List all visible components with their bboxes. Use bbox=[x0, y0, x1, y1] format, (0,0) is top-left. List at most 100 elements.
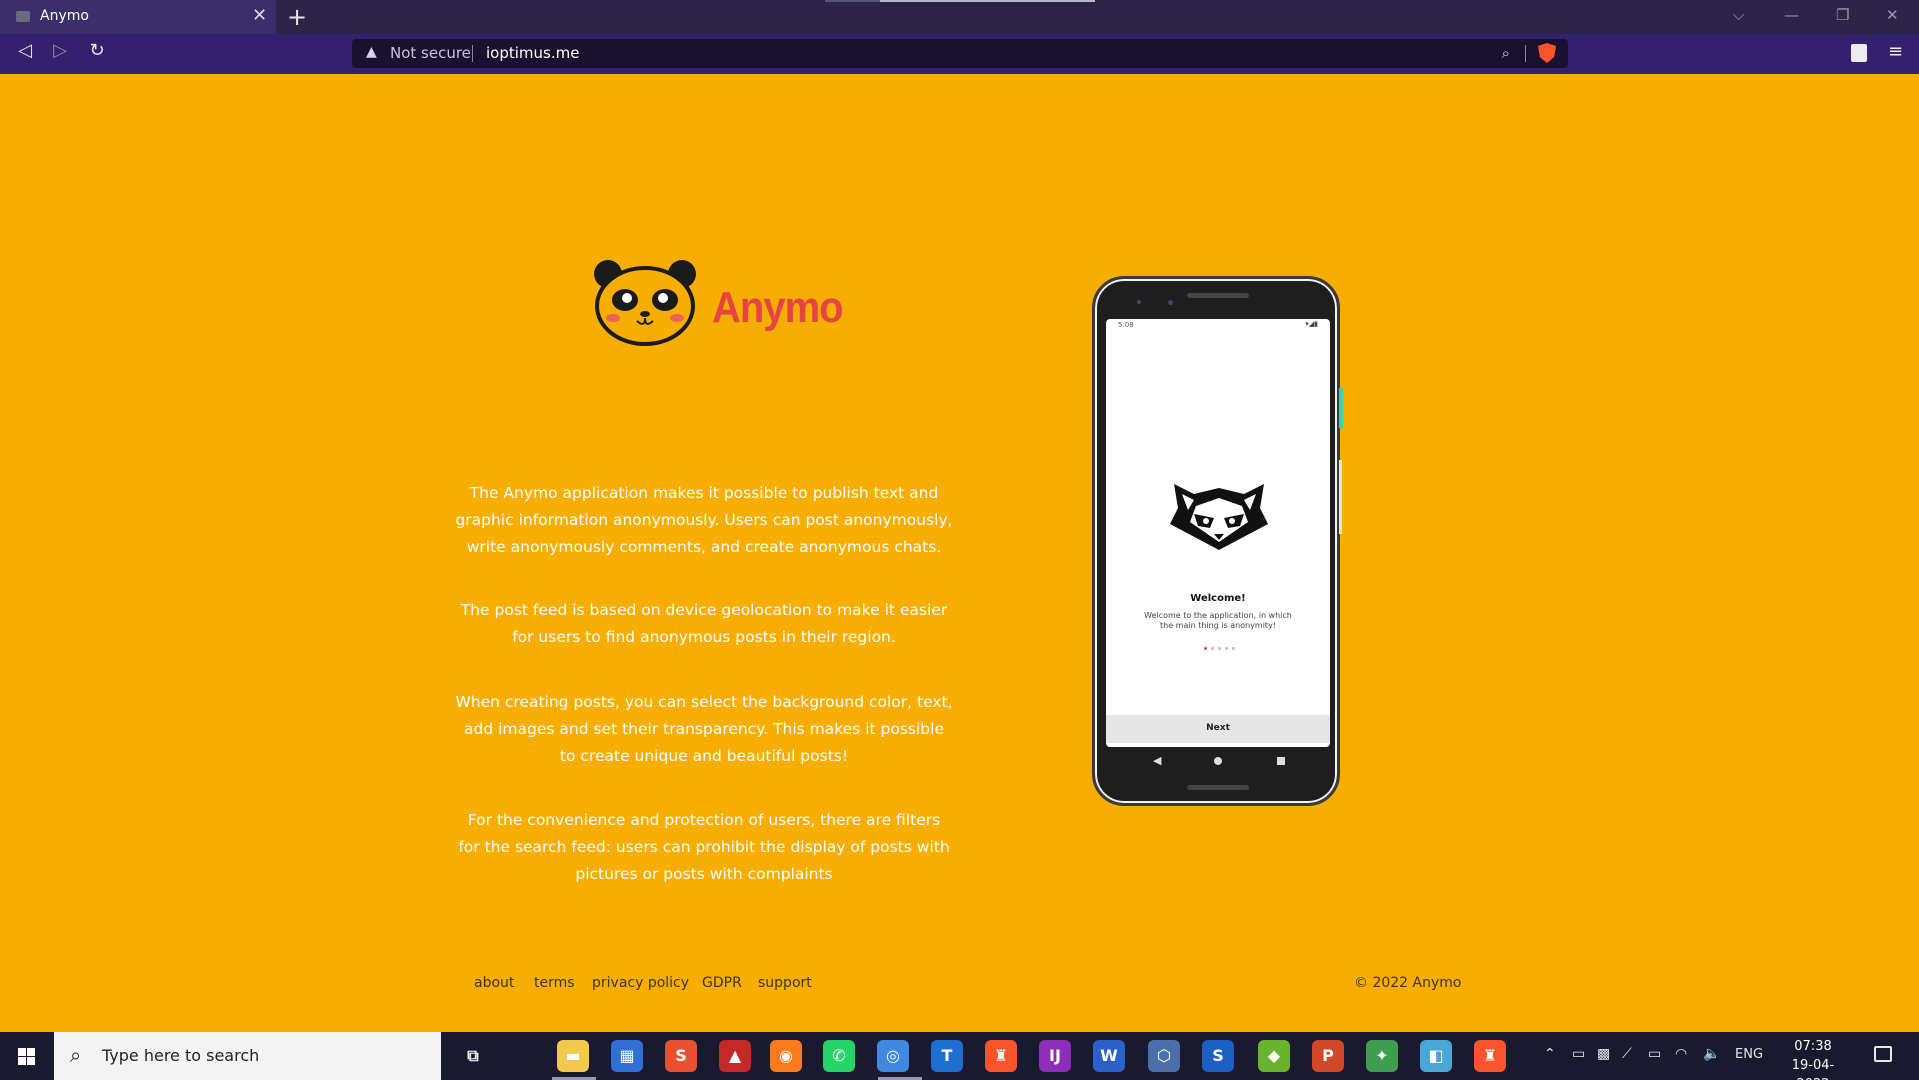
app-notes-icon[interactable]: ◧ bbox=[1420, 1040, 1452, 1072]
phone-speaker bbox=[1187, 293, 1249, 298]
task-view-icon[interactable]: ⧉ bbox=[457, 1040, 489, 1072]
firefox-icon[interactable]: ◉ bbox=[770, 1040, 802, 1072]
phone-camera bbox=[1168, 300, 1173, 305]
footer-link-terms[interactable]: terms bbox=[534, 975, 575, 991]
windows-logo-icon bbox=[18, 1048, 26, 1056]
tray-icon[interactable]: ⌃ bbox=[1544, 1046, 1556, 1062]
windows-logo-icon bbox=[27, 1048, 35, 1056]
reload-button[interactable]: ↻ bbox=[85, 40, 109, 66]
security-label[interactable]: Not secure bbox=[390, 44, 471, 62]
phone-sensor bbox=[1137, 300, 1141, 304]
windows-logo-icon bbox=[27, 1057, 35, 1065]
back-button[interactable]: ◁ bbox=[13, 40, 37, 66]
page-dot bbox=[1211, 647, 1214, 650]
app-globe-icon[interactable]: ✦ bbox=[1366, 1040, 1398, 1072]
address-bar[interactable]: ▲ Not secure ioptimus.me ⌕ bbox=[352, 39, 1568, 68]
wallet-icon[interactable] bbox=[1851, 44, 1867, 62]
tab-title: Anymo bbox=[40, 8, 89, 24]
phone-next-label: Next bbox=[1206, 723, 1230, 733]
language-indicator[interactable]: ENG bbox=[1735, 1047, 1763, 1062]
page-dot bbox=[1232, 647, 1235, 650]
phone-screen: 5:08 ▾◢▮ Welcome! Welcome to the applica… bbox=[1106, 319, 1330, 747]
taskbar-search-input[interactable]: ⌕ Type here to search bbox=[54, 1032, 441, 1080]
windows-logo-icon bbox=[18, 1057, 26, 1065]
phone-status-time: 5:08 bbox=[1118, 321, 1134, 329]
url-separator bbox=[472, 45, 473, 62]
notification-icon[interactable] bbox=[1874, 1046, 1892, 1062]
titlebar-highlight-2 bbox=[880, 0, 1095, 2]
whatsapp-icon[interactable]: ✆ bbox=[823, 1040, 855, 1072]
phone-home-icon bbox=[1214, 757, 1222, 765]
phone-side-button-2 bbox=[1339, 460, 1342, 534]
phone-recents-icon bbox=[1277, 757, 1285, 765]
tab-close-icon[interactable]: ✕ bbox=[252, 5, 267, 26]
app-swirl-icon[interactable]: S bbox=[665, 1040, 697, 1072]
brave-2-icon[interactable]: ♜ bbox=[1474, 1040, 1506, 1072]
restore-button[interactable]: ❐ bbox=[1836, 6, 1849, 24]
brave-shields-icon[interactable] bbox=[1538, 43, 1556, 63]
tray-icon[interactable]: ⟋ bbox=[1622, 1046, 1632, 1062]
tab-favicon-icon bbox=[16, 11, 30, 22]
description-paragraph: The post feed is based on device geoloca… bbox=[460, 601, 948, 646]
powerpoint-icon[interactable]: P bbox=[1312, 1040, 1344, 1072]
footer-link-about[interactable]: about bbox=[474, 975, 514, 991]
phone-nav-bar: ◀ bbox=[1106, 747, 1330, 777]
panda-logo-icon bbox=[594, 260, 696, 346]
tray-icon[interactable]: ▩ bbox=[1597, 1046, 1610, 1062]
description-paragraph: When creating posts, you can select the … bbox=[455, 693, 953, 765]
phone-mockup: 5:08 ▾◢▮ Welcome! Welcome to the applica… bbox=[1092, 276, 1340, 806]
url-separator-2 bbox=[1525, 45, 1526, 62]
brand-name: Anymo bbox=[712, 284, 844, 332]
bluestacks-icon[interactable]: ◆ bbox=[1258, 1040, 1290, 1072]
app-s-icon[interactable]: S bbox=[1202, 1040, 1234, 1072]
virtualbox-icon[interactable]: ⬡ bbox=[1148, 1040, 1180, 1072]
phone-side-button bbox=[1339, 388, 1343, 428]
page-dot bbox=[1225, 647, 1228, 650]
tray-icon[interactable]: ◠ bbox=[1675, 1046, 1687, 1062]
windows-taskbar: ⌕ Type here to search ⧉ ▬ ▦ S ▲ ◉ ✆ ◎ T ♜ IJ W ⬡ S ◆ P ✦… bbox=[0, 1032, 1919, 1080]
tray-icon[interactable]: 🔈 bbox=[1703, 1046, 1720, 1062]
phone-status-icons: ▾◢▮ bbox=[1305, 320, 1318, 328]
description-paragraph: The Anymo application makes it possible … bbox=[455, 484, 953, 556]
menu-icon[interactable]: ≡ bbox=[1888, 41, 1903, 62]
tab-search-icon[interactable]: ⌵ bbox=[1733, 6, 1744, 24]
zoom-icon[interactable]: ⌕ bbox=[1502, 44, 1510, 62]
chrome-icon[interactable]: ◎ bbox=[877, 1040, 909, 1072]
phone-next-button: Next bbox=[1106, 715, 1330, 743]
app-w-icon[interactable]: W bbox=[1093, 1040, 1125, 1072]
raccoon-logo-icon bbox=[1170, 484, 1268, 550]
search-placeholder: Type here to search bbox=[102, 1046, 260, 1065]
clock-date: 19-04-2022 bbox=[1791, 1058, 1835, 1080]
footer-link-privacy-policy[interactable]: privacy policy bbox=[592, 975, 689, 991]
forward-button[interactable]: ▷ bbox=[48, 40, 72, 66]
tray-icon[interactable]: ▭ bbox=[1648, 1046, 1661, 1062]
footer-link-support[interactable]: support bbox=[758, 975, 812, 991]
intellij-icon[interactable]: IJ bbox=[1039, 1040, 1071, 1072]
brave-icon[interactable]: ♜ bbox=[985, 1040, 1017, 1072]
page-dot bbox=[1218, 647, 1221, 650]
url-text[interactable]: ioptimus.me bbox=[486, 44, 579, 62]
clock[interactable]: 07:38 19-04-2022 bbox=[1779, 1037, 1847, 1080]
minimize-button[interactable]: — bbox=[1784, 6, 1799, 24]
browser-tab[interactable]: Anymo ✕ bbox=[0, 0, 276, 34]
phone-welcome-title: Welcome! bbox=[1190, 593, 1246, 604]
start-button[interactable] bbox=[0, 1032, 54, 1080]
tray-icon[interactable]: ▭ bbox=[1572, 1046, 1585, 1062]
phone-back-icon: ◀ bbox=[1153, 754, 1162, 767]
page-dot bbox=[1204, 647, 1207, 650]
app-t-icon[interactable]: T bbox=[931, 1040, 963, 1072]
app-red-icon[interactable]: ▲ bbox=[719, 1040, 751, 1072]
phone-bottom-speaker bbox=[1187, 785, 1249, 790]
description-paragraph: For the convenience and protection of us… bbox=[458, 811, 950, 883]
search-icon: ⌕ bbox=[70, 1043, 82, 1067]
phone-page-indicator bbox=[1204, 647, 1244, 653]
clock-time: 07:38 bbox=[1794, 1039, 1832, 1054]
warning-icon: ▲ bbox=[366, 44, 377, 60]
footer-link-gdpr[interactable]: GDPR bbox=[702, 975, 742, 991]
copyright-text: © 2022 Anymo bbox=[1354, 975, 1462, 991]
file-explorer-icon[interactable]: ▬ bbox=[557, 1040, 589, 1072]
microsoft-store-icon[interactable]: ▦ bbox=[611, 1040, 643, 1072]
new-tab-button[interactable]: + bbox=[287, 3, 307, 31]
phone-welcome-text: Welcome to the application, in which the… bbox=[1144, 611, 1292, 630]
close-window-button[interactable]: ✕ bbox=[1886, 6, 1899, 24]
